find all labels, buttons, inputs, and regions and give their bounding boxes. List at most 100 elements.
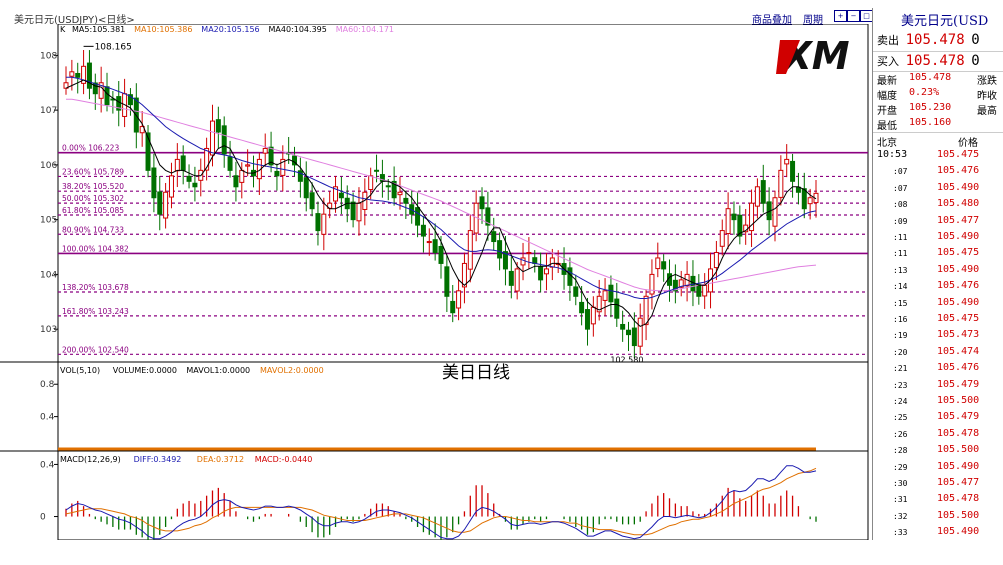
price-header: 价格 [958,138,978,149]
candle-body [321,213,327,235]
candle-body [795,186,801,193]
sell-quote[interactable]: 卖出 105.478 0 [877,32,980,48]
tick-time: 10:53 [877,149,908,160]
tick-time: :28 [893,446,908,456]
buy-tail: 0 [971,53,980,69]
tick-price: 105.500 [937,509,980,521]
candle-body [784,158,790,165]
candle-body [180,155,186,171]
sell-tail: 0 [971,32,980,48]
candle-body [801,188,807,210]
stat-label: 幅度 [877,91,897,102]
macd-tick-label: 0.4 [40,460,55,470]
macd-label: MACD(12,26,9) [60,455,121,464]
candle-body [385,185,391,188]
tick-time: :26 [893,429,908,439]
ma-label: MA5:105.381 [72,25,125,34]
tick-price: 105.490 [937,231,980,242]
sell-value: 105.478 [905,32,965,48]
tick-row: :32 105.500 [873,509,1003,526]
stat-label-2: 最高 [977,106,997,117]
tick-row: 10:53 105.475 [873,148,1003,165]
tick-row: :19 105.473 [873,328,1003,345]
candle-body [479,196,485,210]
tick-row: :29 105.490 [873,460,1003,477]
fib-label: 138.20% 103.678 [62,283,129,292]
tick-price: 105.500 [937,444,980,456]
tick-price: 105.475 [937,149,980,160]
tick-row: :21 105.476 [873,361,1003,378]
tick-price: 105.477 [937,477,980,488]
candle-body [233,175,239,188]
candle-body [725,208,731,235]
candle-body [168,175,174,198]
vol-label: VOL(5,10) [60,366,100,375]
candle-body [415,207,421,226]
zoom-out-button[interactable]: − [847,10,860,22]
tick-time: :11 [893,249,908,259]
candle-body [661,261,667,270]
tick-price: 105.478 [937,427,980,439]
candle-body [467,230,473,270]
candle-body [157,191,163,215]
tick-time: :23 [893,380,908,390]
y-tick-label: 103 [40,325,57,335]
low-annotation: 102.580 [610,355,643,364]
candle-body [368,175,374,190]
tick-time: :29 [893,462,908,472]
tick-row: :13 105.490 [873,263,1003,280]
chart-area[interactable]: 103 104 105 106 107 108 0.00% 106.223 23.60% 10… [0,24,870,540]
tick-row: :33 105.490 [873,525,1003,542]
ma-label: MA10:105.386 [134,25,192,34]
fib-label: 23.60% 105.789 [62,167,124,176]
candle-body [760,180,766,204]
tick-time: :20 [893,347,908,357]
buy-quote[interactable]: 买入 105.478 0 [877,53,980,69]
candle-body [209,120,215,156]
macd-label: DEA:0.3712 [197,455,244,464]
tick-row: :07 105.490 [873,181,1003,198]
stat-label: 开盘 [877,106,897,117]
candle-body [309,192,315,210]
symbol-title: 美元日元(USD [901,14,989,29]
candle-body [245,164,251,167]
candle-body [719,230,725,247]
fib-label: 61.80% 105.085 [62,206,124,215]
candle-body [649,273,655,295]
candle-body [374,169,380,172]
candle-body [186,175,192,182]
tick-row: :31 105.478 [873,492,1003,509]
vol-label: MAVOL1:0.0000 [186,366,250,375]
vol-label: VOLUME:0.0000 [113,366,177,375]
tick-price: 105.475 [937,313,980,324]
stat-value: 0.23% [909,87,940,98]
candle-body [620,323,626,330]
candle-body [174,158,180,172]
fib-label: 200.00% 102.540 [62,345,129,354]
candle-body [573,286,579,297]
tick-row: :11 105.490 [873,230,1003,247]
candle-body [655,257,661,270]
buy-label: 买入 [877,55,899,68]
candle-body [315,213,321,232]
tick-time: :31 [893,495,908,505]
tick-price: 105.477 [937,214,980,226]
tick-row: :24 105.500 [873,394,1003,411]
ma-label: MA60:104.171 [336,25,394,34]
tick-time: :30 [893,479,908,488]
tick-price: 105.490 [937,296,980,308]
candle-body [590,306,596,325]
candle-body [543,268,549,275]
candle-body [151,167,157,199]
candle-body [69,71,75,77]
candle-body [626,329,631,336]
tick-price: 105.478 [937,493,980,505]
tick-row: :14 105.476 [873,279,1003,296]
tick-row: :25 105.479 [873,410,1003,427]
tick-row: :30 105.477 [873,476,1003,493]
candle-body [456,290,462,309]
zoom-in-button[interactable]: + [834,10,847,22]
tick-time: :25 [893,413,908,423]
ma-label: MA40:104.395 [269,25,327,34]
tick-row: :09 105.477 [873,214,1003,231]
